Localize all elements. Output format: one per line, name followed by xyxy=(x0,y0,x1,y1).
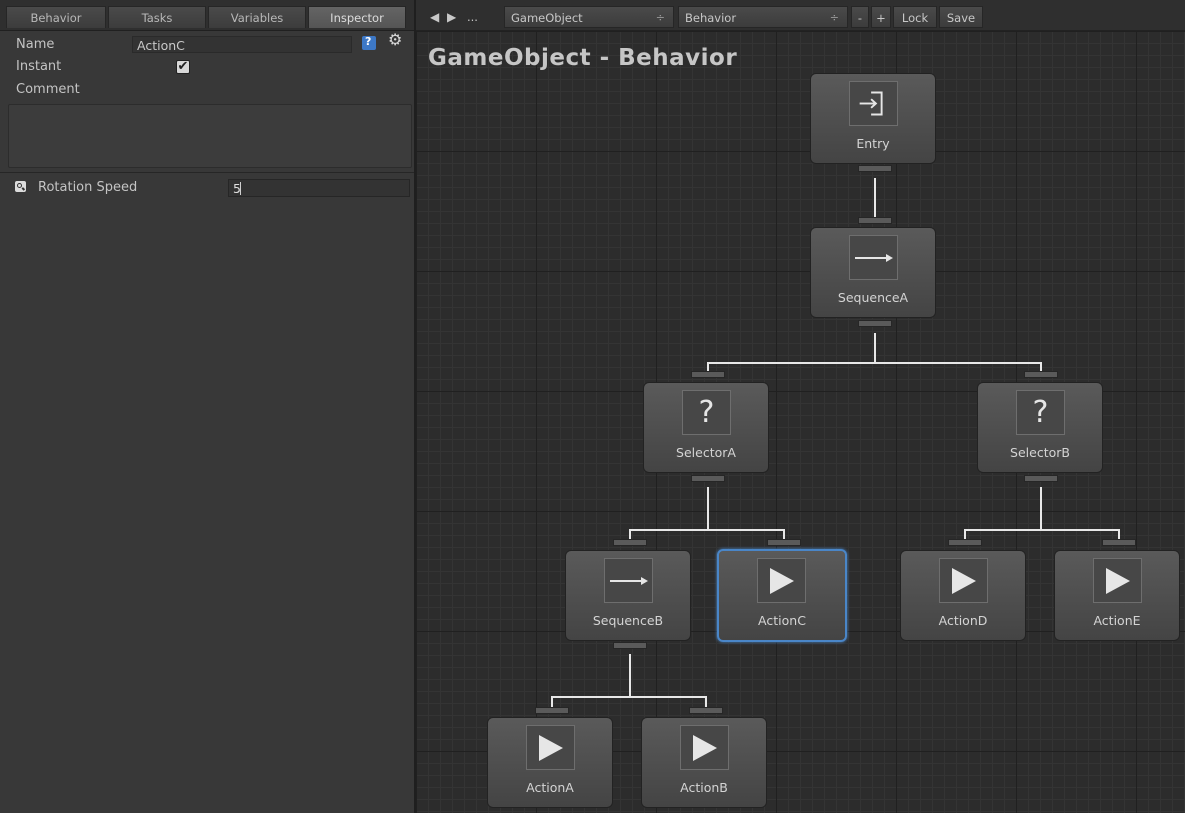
tab-behavior[interactable]: Behavior xyxy=(6,6,106,28)
selector-icon-frame: ? xyxy=(1016,390,1065,435)
instant-checkbox[interactable]: ✔ xyxy=(176,60,190,74)
actione-node[interactable]: ActionE xyxy=(1054,550,1180,641)
input-port[interactable] xyxy=(1024,371,1058,378)
wire-selectora-actionc xyxy=(708,529,785,539)
wire-sequenceb-actiona xyxy=(551,654,631,707)
selectorb-node[interactable]: ? SelectorB xyxy=(977,382,1103,473)
entry-icon-frame xyxy=(849,81,898,126)
output-port[interactable] xyxy=(858,320,892,327)
actionb-node[interactable]: ActionB xyxy=(641,717,767,808)
node-label: ActionC xyxy=(758,613,806,628)
action-icon-frame xyxy=(939,558,988,603)
input-port[interactable] xyxy=(691,371,725,378)
input-port[interactable] xyxy=(535,707,569,714)
output-port[interactable] xyxy=(858,165,892,172)
output-port[interactable] xyxy=(691,475,725,482)
wire-selectorb-actiond xyxy=(964,487,1042,539)
node-label: ActionE xyxy=(1093,613,1141,628)
tab-inspector[interactable]: Inspector xyxy=(308,6,406,28)
tab-tasks[interactable]: Tasks xyxy=(108,6,206,28)
question-mark-icon: ? xyxy=(1032,395,1049,430)
graph-toolbar: ◀ ▶ ... GameObject ÷ Behavior ÷ - + Lock… xyxy=(416,0,1185,31)
input-port[interactable] xyxy=(1102,539,1136,546)
node-label: SelectorB xyxy=(1010,445,1070,460)
comment-textarea[interactable] xyxy=(8,104,412,168)
wire-sequencea-selectorb xyxy=(875,362,1042,371)
actionc-node[interactable]: ActionC xyxy=(717,549,847,642)
node-label: SequenceB xyxy=(592,613,664,628)
play-icon xyxy=(693,735,717,761)
action-icon-frame xyxy=(757,558,806,603)
selectora-node[interactable]: ? SelectorA xyxy=(643,382,769,473)
panel-tab-bar: Behavior Tasks Variables Inspector xyxy=(0,0,414,31)
remove-behavior-button[interactable]: - xyxy=(851,6,869,28)
actiona-node[interactable]: ActionA xyxy=(487,717,613,808)
name-field[interactable]: ActionC xyxy=(132,36,352,53)
play-icon xyxy=(770,568,794,594)
wire-selectorb-actione xyxy=(1041,529,1120,539)
wire-sequencea-selectora xyxy=(707,333,876,371)
node-label: ActionD xyxy=(938,613,988,628)
sequence-arrow-icon xyxy=(610,577,648,585)
play-icon xyxy=(539,735,563,761)
search-icon[interactable] xyxy=(15,181,26,192)
add-behavior-button[interactable]: + xyxy=(871,6,891,28)
input-port[interactable] xyxy=(858,217,892,224)
back-arrow-icon[interactable]: ◀ xyxy=(430,6,439,28)
help-icon[interactable] xyxy=(362,35,376,50)
instant-label: Instant xyxy=(16,59,62,74)
wire-selectora-sequenceb xyxy=(629,487,709,539)
gear-icon[interactable]: ⚙ xyxy=(388,30,402,49)
tab-variables[interactable]: Variables xyxy=(208,6,306,28)
forward-arrow-icon[interactable]: ▶ xyxy=(447,6,456,28)
rotation-speed-field[interactable]: 5 xyxy=(228,179,410,197)
divider xyxy=(0,172,414,173)
behavior-dropdown[interactable]: Behavior ÷ xyxy=(678,6,848,28)
behavior-graph-canvas[interactable]: GameObject - Behavior Entry SequenceA ? … xyxy=(416,31,1185,813)
action-icon-frame xyxy=(526,725,575,770)
node-label: SelectorA xyxy=(676,445,736,460)
sequence-icon-frame xyxy=(849,235,898,280)
sequencea-node[interactable]: SequenceA xyxy=(810,227,936,318)
node-label: Entry xyxy=(856,136,890,151)
behavior-dropdown-label: Behavior xyxy=(685,11,737,25)
save-button[interactable]: Save xyxy=(939,6,983,28)
input-port[interactable] xyxy=(948,539,982,546)
input-port[interactable] xyxy=(613,539,647,546)
node-label: SequenceA xyxy=(837,290,909,305)
dropdown-arrow-icon: ÷ xyxy=(655,11,665,24)
input-port[interactable] xyxy=(689,707,723,714)
inspector-panel: Behavior Tasks Variables Inspector Name … xyxy=(0,0,414,813)
play-icon xyxy=(1106,568,1130,594)
sequence-icon-frame xyxy=(604,558,653,603)
node-label: ActionB xyxy=(680,780,728,795)
input-port[interactable] xyxy=(767,539,801,546)
entry-icon xyxy=(859,91,883,116)
rotation-speed-label: Rotation Speed xyxy=(38,180,138,195)
gameobject-dropdown-label: GameObject xyxy=(511,11,583,25)
gameobject-dropdown[interactable]: GameObject ÷ xyxy=(504,6,674,28)
output-port[interactable] xyxy=(1024,475,1058,482)
wire-sequenceb-actionb xyxy=(630,696,707,707)
action-icon-frame xyxy=(680,725,729,770)
dropdown-arrow-icon: ÷ xyxy=(829,11,839,24)
actiond-node[interactable]: ActionD xyxy=(900,550,1026,641)
action-icon-frame xyxy=(1093,558,1142,603)
sequence-arrow-icon xyxy=(855,254,893,262)
entry-node[interactable]: Entry xyxy=(810,73,936,164)
name-label: Name xyxy=(16,37,55,52)
lock-button[interactable]: Lock xyxy=(893,6,937,28)
play-icon xyxy=(952,568,976,594)
output-port[interactable] xyxy=(613,642,647,649)
question-mark-icon: ? xyxy=(698,395,715,430)
sequenceb-node[interactable]: SequenceB xyxy=(565,550,691,641)
comment-label: Comment xyxy=(16,82,80,97)
more-button[interactable]: ... xyxy=(467,6,478,28)
node-label: ActionA xyxy=(526,780,574,795)
selector-icon-frame: ? xyxy=(682,390,731,435)
